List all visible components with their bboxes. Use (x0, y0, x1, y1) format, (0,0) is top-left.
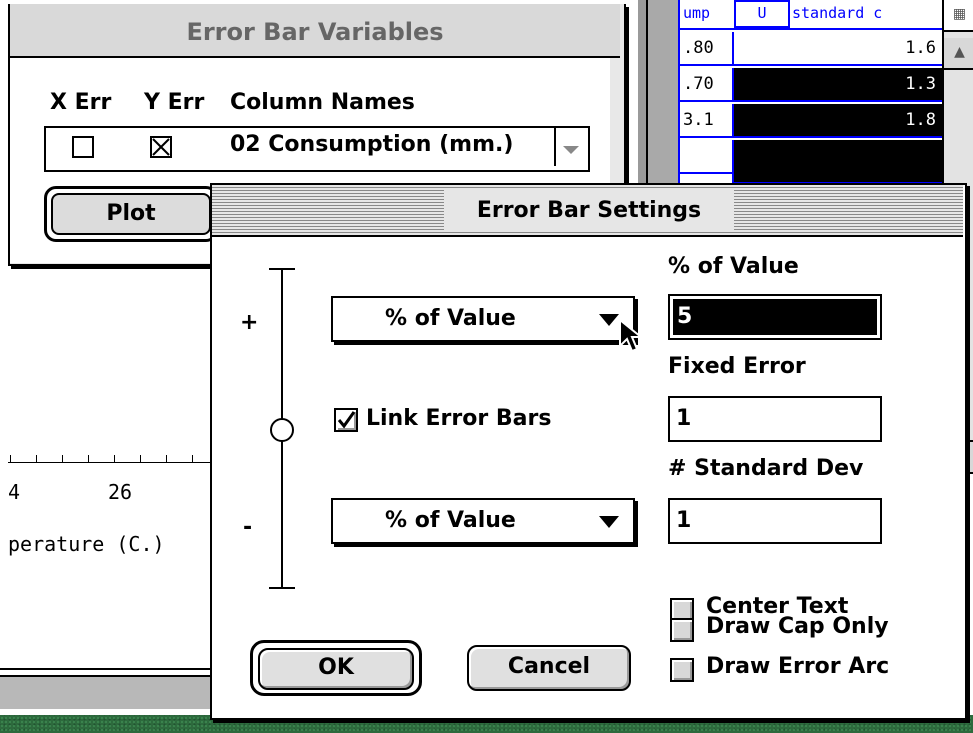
cancel-button[interactable]: Cancel (467, 645, 631, 691)
cell-selected[interactable] (732, 140, 942, 184)
graph-divider (0, 668, 210, 670)
cell-selected[interactable]: 1.3 (732, 68, 942, 102)
draw-error-arc-label[interactable]: Draw Error Arc (706, 654, 889, 679)
mouse-cursor-icon (619, 318, 644, 353)
cell[interactable]: 3.1 (680, 104, 732, 138)
x-tick-label: 4 (8, 480, 21, 504)
checkmark-icon (337, 411, 356, 429)
x-axis-tick (88, 455, 89, 462)
column-names-header: Column Names (230, 90, 415, 115)
upper-error-popup[interactable]: % of Value (331, 296, 635, 342)
window-size-icon[interactable]: ▦ (944, 0, 973, 32)
column-name: 02 Consumption (mm.) (230, 132, 514, 157)
percent-value-label: % of Value (668, 254, 799, 279)
link-error-bars-label[interactable]: Link Error Bars (366, 406, 551, 431)
x-axis-tick (10, 455, 11, 462)
spreadsheet-header: ump U standard c (680, 0, 942, 30)
x-tick-label: 26 (108, 480, 133, 504)
graph-status-bar (0, 675, 210, 709)
percent-value-field[interactable]: 5 (668, 294, 882, 340)
x-axis-tick (140, 455, 141, 462)
scroll-down-icon[interactable] (563, 146, 579, 154)
popup-value: % of Value (385, 508, 516, 533)
y-err-header: Y Err (144, 90, 205, 115)
x-err-checkbox[interactable] (72, 136, 94, 158)
fixed-error-label: Fixed Error (668, 354, 806, 379)
x-axis-tick (36, 455, 37, 462)
scroll-up-icon[interactable]: ▲ (944, 38, 973, 70)
error-bar-settings-titlebar[interactable]: Error Bar Settings (212, 185, 963, 237)
std-dev-input[interactable]: 1 (668, 498, 882, 544)
x-axis-tick (166, 455, 167, 462)
column-header[interactable]: ump (683, 4, 710, 22)
std-dev-label: # Standard Dev (668, 456, 864, 481)
popup-value: % of Value (385, 306, 516, 331)
x-axis-tick (114, 455, 115, 462)
dialog-title: Error Bar Settings (444, 188, 734, 232)
x-err-header: X Err (50, 90, 112, 115)
triangle-down-icon (599, 314, 619, 326)
column-scrollbar[interactable] (554, 128, 586, 166)
draw-error-arc-checkbox[interactable] (670, 658, 694, 682)
plus-sign: + (240, 310, 259, 335)
ok-button[interactable]: OK (258, 648, 414, 690)
x-axis-tick (62, 455, 63, 462)
column-header[interactable]: standard c (792, 4, 882, 22)
y-err-checkbox[interactable] (150, 136, 172, 158)
plot-button-frame: Plot (44, 186, 218, 242)
cell-selected[interactable]: 1.8 (732, 104, 942, 138)
x-axis-tick (192, 455, 193, 462)
draw-cap-only-checkbox[interactable] (670, 618, 694, 642)
error-bar-variables-title[interactable]: Error Bar Variables (10, 4, 620, 58)
cell[interactable]: 1.6 (732, 32, 942, 66)
cell[interactable]: .80 (680, 32, 732, 66)
column-header[interactable]: U (734, 0, 790, 28)
cell[interactable] (680, 140, 732, 174)
percent-value-input[interactable]: 5 (673, 299, 877, 335)
draw-cap-only-label[interactable]: Draw Cap Only (706, 614, 889, 639)
triangle-down-icon (599, 516, 619, 528)
check-x-icon (152, 138, 170, 156)
minus-sign: - (243, 515, 253, 540)
cell[interactable]: .70 (680, 68, 732, 102)
error-bar-diagram (269, 268, 295, 589)
fixed-error-input[interactable]: 1 (668, 396, 882, 442)
link-error-bars-checkbox[interactable] (334, 408, 358, 432)
lower-error-popup[interactable]: % of Value (331, 498, 635, 544)
x-axis-label: perature (C.) (8, 532, 165, 556)
x-axis-line (8, 462, 210, 463)
plot-button[interactable]: Plot (51, 193, 211, 235)
